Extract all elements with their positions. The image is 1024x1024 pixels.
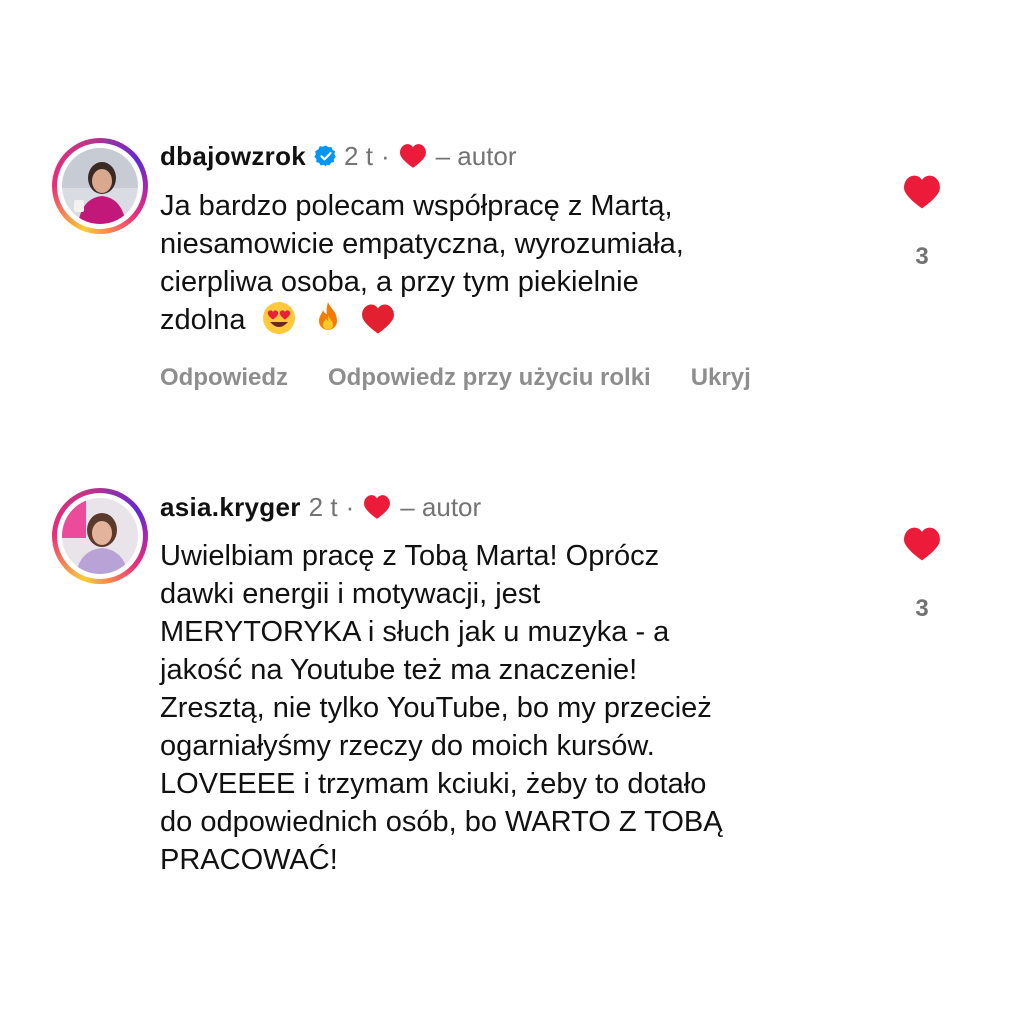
avatar-story-ring[interactable] [52,138,148,234]
separator: · [345,491,355,522]
comment-line: do odpowiednich osób, bo WARTO Z TOBĄ [160,806,723,838]
red-heart-emoji-icon [360,303,396,345]
like-column: 3 [896,174,948,271]
comment-line: ogarniałyśmy rzeczy do moich kursów. [160,730,655,762]
separator: · [380,140,390,171]
comment-header: dbajowzrok 2 t · – autor [160,140,517,172]
comment-header: asia.kryger 2 t · – autor [160,491,481,523]
heart-eyes-emoji-icon [262,301,296,345]
avatar [62,498,138,574]
avatar-story-ring[interactable] [52,488,148,584]
reply-button[interactable]: Odpowiedz [160,364,288,392]
like-count: 3 [915,595,929,622]
comment-line: Ja bardzo polecam współpracę z Martą, [160,190,673,222]
comment-line: LOVEEEE i trzymam kciuki, żeby to dotało [160,768,707,800]
avatar [62,148,138,224]
comment-line-last: zdolna [160,301,684,345]
comment-line: cierpliwa osoba, a przy tym piekielnie [160,266,639,298]
author-liked-heart-icon [362,494,392,520]
username[interactable]: dbajowzrok [160,141,306,172]
like-heart-icon[interactable] [896,174,948,215]
author-label: – autor [400,491,482,522]
like-column: 3 [896,526,948,623]
comment-line: niesamowicie empatyczna, wyrozumiała, [160,228,684,260]
hide-button[interactable]: Ukryj [691,364,751,392]
comment-line: zdolna [160,304,246,336]
comment-text: Ja bardzo polecam współpracę z Martą, ni… [160,187,684,345]
comment-line: PRACOWAĆ! [160,844,338,876]
reply-with-reel-button[interactable]: Odpowiedz przy użyciu rolki [328,364,651,392]
comment-line: MERYTORYKA i słuch jak u muzyka - a [160,616,670,648]
comment-line: Uwielbiam pracę z Tobą Marta! Oprócz [160,540,660,572]
like-heart-icon[interactable] [896,526,948,567]
author-liked-heart-icon [398,143,428,169]
verified-badge-icon [314,144,338,168]
comment-time: 2 t [344,140,373,171]
comment-text: Uwielbiam pracę z Tobą Marta! Oprócz daw… [160,537,723,879]
comment-line: Zresztą, nie tylko YouTube, bo my przeci… [160,692,712,724]
fire-emoji-icon [312,301,344,345]
like-count: 3 [915,243,929,270]
comment-time: 2 t [308,491,338,522]
comment-actions: Odpowiedz Odpowiedz przy użyciu rolki Uk… [160,364,791,392]
comment-line: dawki energii i motywacji, jest [160,578,541,610]
author-label: – autor [435,140,517,171]
username[interactable]: asia.kryger [160,492,301,523]
comment-line: jakość na Youtube też ma znaczenie! [160,654,638,686]
